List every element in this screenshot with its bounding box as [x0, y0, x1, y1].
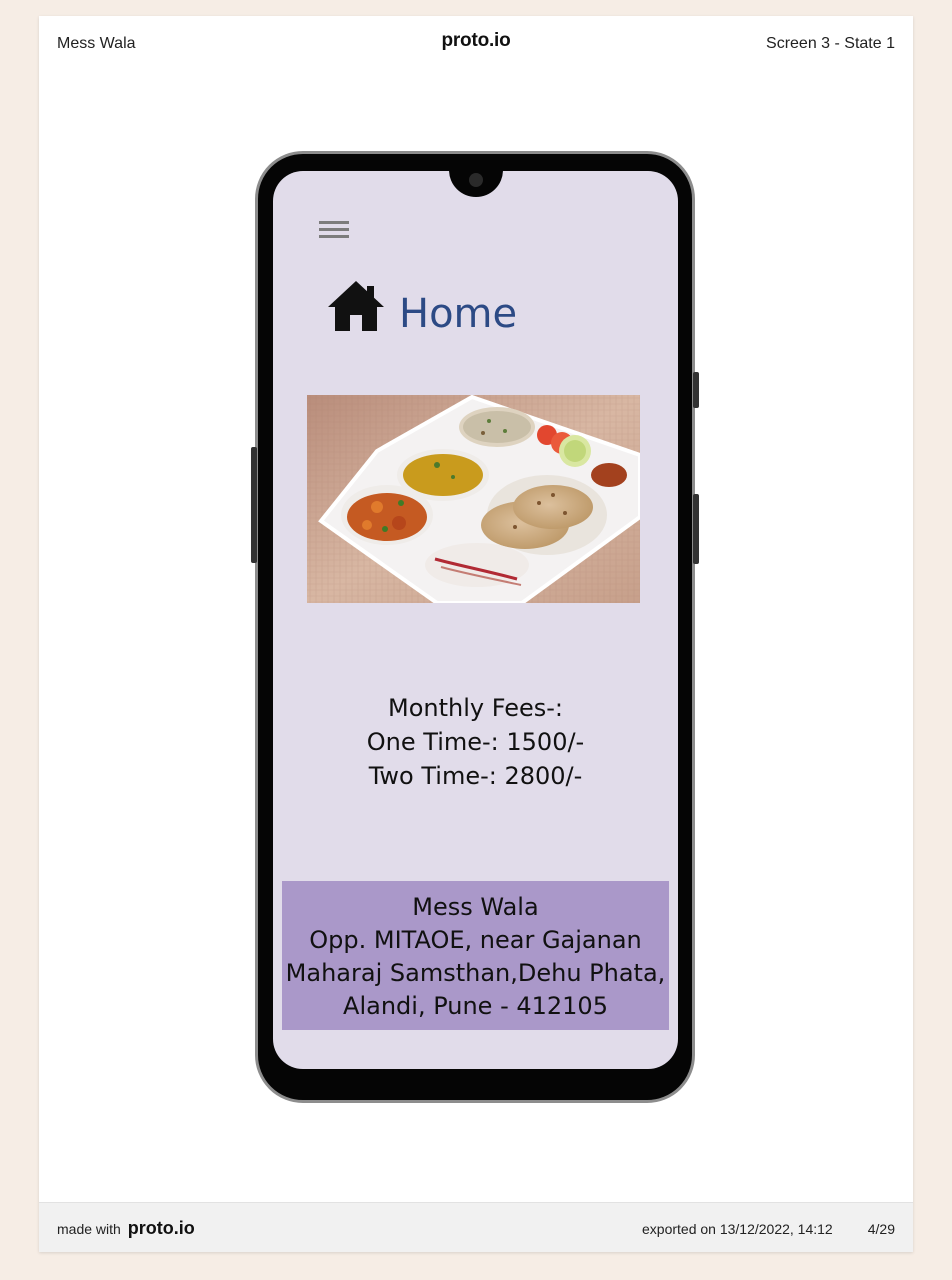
address-line-2: Opp. MITAOE, near Gajanan [309, 926, 642, 954]
address-box: Mess Wala Opp. MITAOE, near Gajanan Maha… [282, 881, 669, 1030]
address-line-4: Alandi, Pune - 412105 [343, 992, 608, 1020]
phone-side-button-right-bottom [693, 494, 699, 564]
front-camera-icon [469, 173, 483, 187]
screen-state-label: Screen 3 - State 1 [766, 35, 895, 52]
made-with-label: made with proto.io [57, 1218, 195, 1239]
two-time-fee: Two Time-: 2800/- [368, 762, 583, 790]
export-timestamp: exported on 13/12/2022, 14:12 [642, 1221, 833, 1237]
monthly-fees-section: Monthly Fees-: One Time-: 1500/- Two Tim… [273, 691, 678, 793]
proto-export-page: Mess Wala proto.io Screen 3 - State 1 Ho… [39, 16, 913, 1252]
phone-side-button-right-top [693, 372, 699, 408]
phone-frame: Home Monthly Fees-: One Time-: 1500/- Tw… [251, 151, 699, 1103]
fees-heading: Monthly Fees-: [388, 694, 563, 722]
phone-screen: Home Monthly Fees-: One Time-: 1500/- Tw… [273, 171, 678, 1069]
hamburger-menu-icon[interactable] [319, 219, 349, 241]
address-line-3: Maharaj Samsthan,Dehu Phata, [285, 959, 666, 987]
footer-proto-logo: proto.io [127, 1218, 195, 1238]
phone-notch [449, 171, 503, 197]
thali-food-image [307, 395, 640, 603]
one-time-fee: One Time-: 1500/- [366, 728, 585, 756]
phone-side-button-left [251, 447, 257, 563]
address-line-1: Mess Wala [412, 893, 539, 921]
page-counter: 4/29 [867, 1221, 895, 1237]
export-footer: made with proto.io exported on 13/12/202… [39, 1202, 913, 1252]
home-icon [328, 281, 384, 331]
export-header: Mess Wala proto.io Screen 3 - State 1 [39, 16, 913, 70]
page-title: Home [399, 291, 518, 337]
made-with-text: made with [57, 1221, 121, 1237]
